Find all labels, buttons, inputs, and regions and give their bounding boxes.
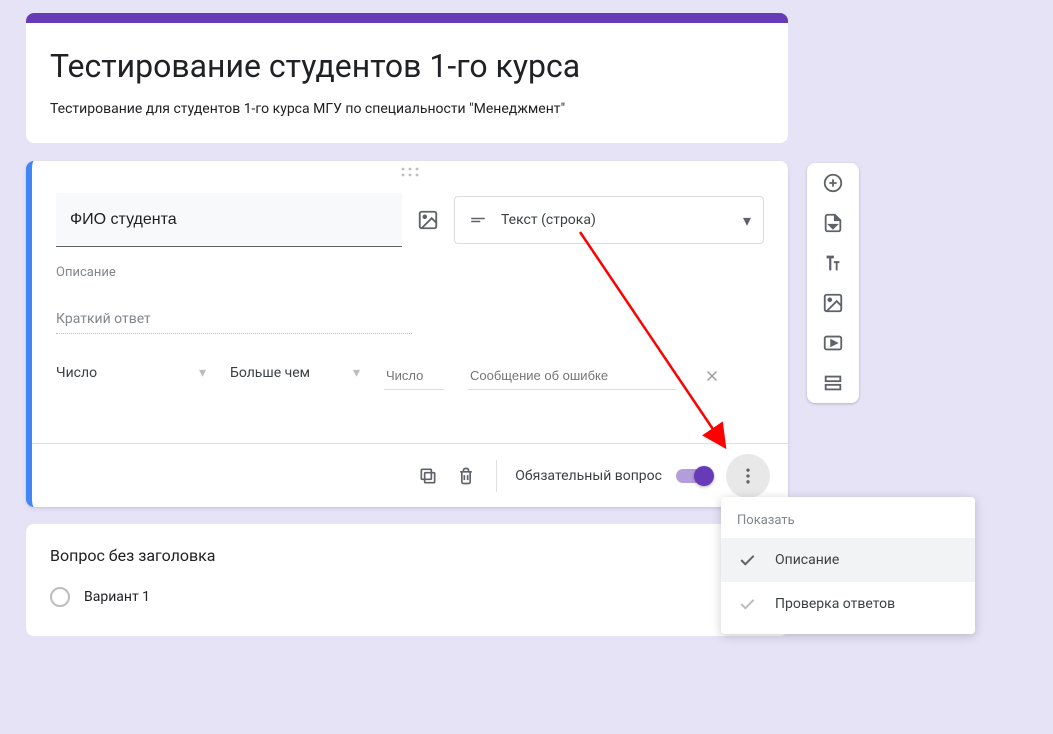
more-options-menu: Показать Описание Проверка ответов (721, 497, 975, 634)
validation-type-select[interactable]: Число ▾ (56, 365, 206, 388)
menu-item-label: Описание (775, 552, 839, 568)
question-title: Вопрос без заголовка (50, 546, 764, 565)
add-section-icon[interactable] (821, 371, 845, 395)
menu-item-label: Проверка ответов (775, 596, 895, 612)
required-toggle[interactable] (676, 466, 712, 486)
question-card-collapsed[interactable]: Вопрос без заголовка Вариант 1 (26, 524, 788, 636)
option-label: Вариант 1 (84, 589, 150, 605)
menu-item-description[interactable]: Описание (721, 538, 975, 582)
more-options-button[interactable] (726, 454, 770, 498)
validation-condition-label: Больше чем (230, 365, 310, 381)
delete-icon[interactable] (454, 464, 478, 488)
short-text-icon (469, 211, 487, 229)
answer-type-select[interactable]: Текст (строка) ▾ (454, 196, 764, 244)
validation-row: Число ▾ Больше чем ▾ (56, 362, 764, 390)
dropdown-arrow-icon: ▾ (199, 365, 206, 381)
required-label: Обязательный вопрос (515, 468, 662, 484)
check-icon (737, 550, 759, 570)
more-vert-icon (738, 466, 758, 486)
add-image-icon[interactable] (821, 291, 845, 315)
duplicate-icon[interactable] (416, 464, 440, 488)
menu-section-label: Показать (721, 513, 975, 538)
drag-handle-icon[interactable] (32, 161, 788, 181)
answer-type-label: Текст (строка) (501, 212, 729, 228)
import-questions-icon[interactable] (821, 211, 845, 235)
add-image-icon[interactable] (416, 208, 440, 232)
question-description-input[interactable]: Описание (56, 265, 764, 287)
validation-type-label: Число (56, 365, 97, 381)
divider (496, 460, 497, 492)
menu-item-validation[interactable]: Проверка ответов (721, 582, 975, 626)
form-description[interactable]: Тестирование для студентов 1-го курса МГ… (50, 101, 764, 117)
question-card: Текст (строка) ▾ Описание Краткий ответ … (26, 161, 788, 507)
check-icon (737, 594, 759, 614)
form-accent-bar (26, 13, 788, 23)
dropdown-arrow-icon: ▾ (743, 211, 751, 230)
side-toolbar (807, 163, 859, 403)
list-item: Вариант 1 (50, 587, 764, 607)
close-icon[interactable] (700, 364, 724, 388)
validation-error-input[interactable] (468, 362, 676, 390)
add-question-icon[interactable] (821, 171, 845, 195)
form-title[interactable]: Тестирование студентов 1-го курса (50, 47, 764, 85)
radio-icon (50, 587, 70, 607)
add-video-icon[interactable] (821, 331, 845, 355)
question-title-input[interactable] (56, 193, 402, 247)
short-answer-placeholder: Краткий ответ (56, 311, 412, 334)
question-footer: Обязательный вопрос (32, 443, 788, 507)
validation-condition-select[interactable]: Больше чем ▾ (230, 365, 360, 388)
form-header-card: Тестирование студентов 1-го курса Тестир… (26, 13, 788, 143)
validation-number-input[interactable] (384, 362, 444, 390)
add-title-icon[interactable] (821, 251, 845, 275)
dropdown-arrow-icon: ▾ (353, 365, 360, 381)
